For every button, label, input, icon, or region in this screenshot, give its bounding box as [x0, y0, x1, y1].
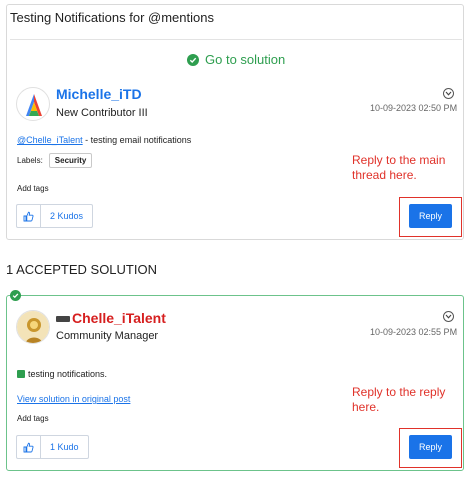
- author-name[interactable]: Michelle_iTD: [56, 86, 142, 102]
- avatar-chelle[interactable]: [16, 310, 50, 344]
- thumbs-up-icon[interactable]: [17, 205, 41, 227]
- add-tags-link[interactable]: Add tags: [17, 184, 49, 193]
- rank-badge-icon: [56, 316, 70, 322]
- post-body: @Chelle_iTalent - testing email notifica…: [17, 135, 191, 145]
- check-circle-icon: [10, 290, 21, 301]
- kudos-control: 2 Kudos: [16, 204, 94, 228]
- checkbox-icon: [17, 369, 25, 378]
- reply-main-annotation: Reply to the main thread here.: [352, 153, 446, 182]
- reply-button[interactable]: Reply: [409, 435, 452, 459]
- thread-title: Testing Notifications for @mentions: [10, 10, 214, 25]
- options-chevron-icon[interactable]: [443, 311, 454, 322]
- reply-reply-annotation: Reply to the reply here.: [352, 385, 446, 414]
- post-timestamp: 10-09-2023 02:55 PM: [370, 327, 458, 337]
- post-body-text: - testing email notifications: [82, 135, 192, 145]
- check-circle-icon: [187, 53, 199, 66]
- add-tags-link[interactable]: Add tags: [17, 414, 49, 423]
- reply-button[interactable]: Reply: [409, 204, 452, 228]
- options-chevron-icon[interactable]: [443, 88, 454, 99]
- author-role: Community Manager: [56, 330, 159, 342]
- avatar-michelle[interactable]: [16, 87, 50, 121]
- labels-label: Labels:: [17, 156, 43, 165]
- view-solution-link[interactable]: View solution in original post: [17, 394, 130, 404]
- post-timestamp: 10-09-2023 02:50 PM: [370, 103, 458, 113]
- post-body-text: testing notifications.: [28, 369, 108, 379]
- kudos-count[interactable]: 1 Kudo: [41, 436, 88, 458]
- mention-link[interactable]: @Chelle_iTalent: [17, 135, 83, 145]
- labels-row: Labels: Security: [17, 153, 93, 168]
- label-security[interactable]: Security: [48, 153, 93, 168]
- kudos-control: 1 Kudo: [16, 435, 89, 459]
- post-body: testing notifications.: [17, 369, 107, 379]
- accepted-solution-heading: 1 ACCEPTED SOLUTION: [6, 262, 157, 277]
- go-to-solution-link[interactable]: Go to solution: [187, 52, 285, 67]
- title-divider: [10, 39, 462, 40]
- go-to-solution-label: Go to solution: [205, 52, 286, 67]
- author-name[interactable]: Chelle_iTalent: [72, 310, 166, 326]
- author-role: New Contributor III: [56, 107, 148, 119]
- kudos-count[interactable]: 2 Kudos: [41, 205, 92, 227]
- thumbs-up-icon[interactable]: [17, 436, 41, 458]
